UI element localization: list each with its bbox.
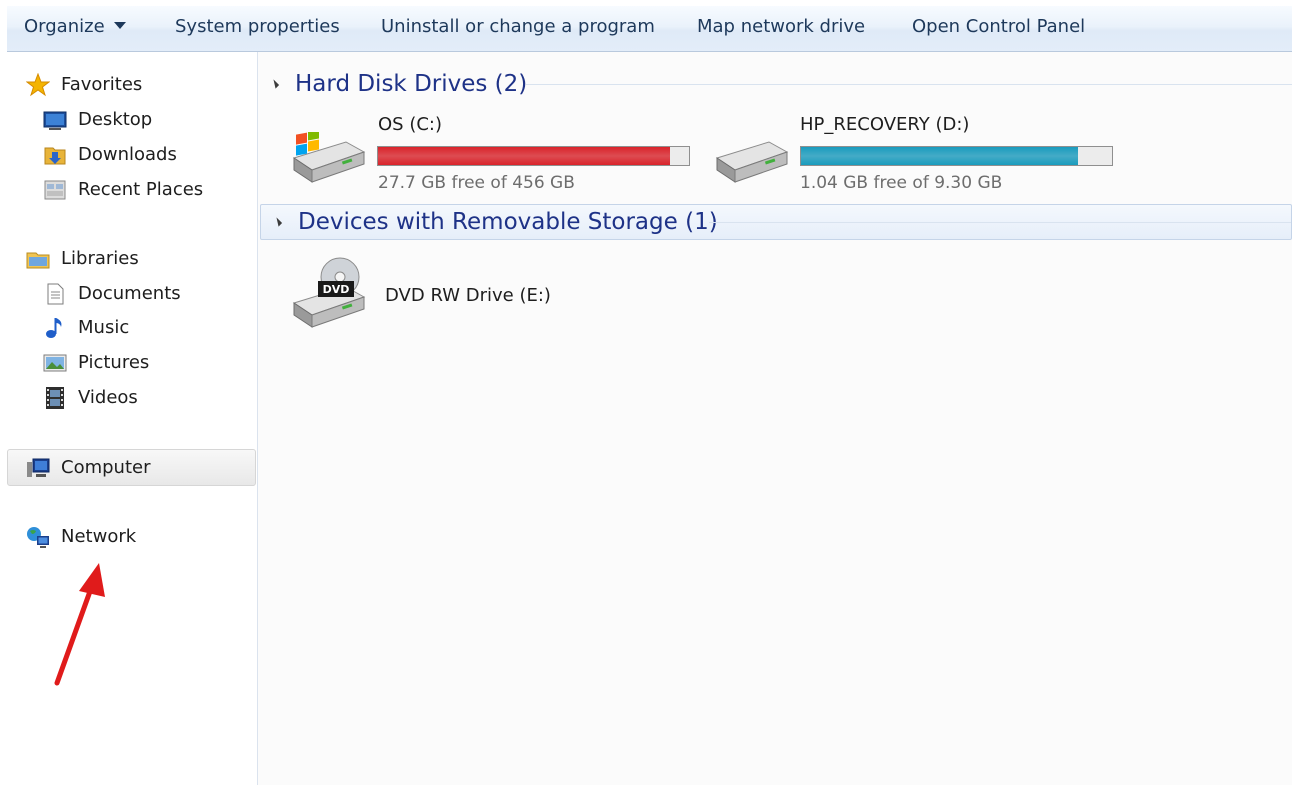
open-control-panel-button[interactable]: Open Control Panel (912, 6, 1085, 51)
drive-c-usage-bar (377, 146, 690, 166)
collapse-triangle-icon (272, 217, 283, 227)
group-title-hard-disk: Hard Disk Drives (2) (295, 71, 528, 97)
collapse-triangle-icon (269, 79, 280, 89)
nav-item-documents-label: Documents (78, 283, 181, 304)
drive-c-usage-fill (378, 147, 671, 165)
nav-item-downloads-label: Downloads (78, 144, 177, 165)
network-icon (27, 527, 49, 548)
star-icon (26, 73, 50, 97)
nav-favorites-label: Favorites (61, 74, 143, 95)
hard-drive-icon (715, 141, 789, 183)
nav-item-recent-places-label: Recent Places (78, 179, 204, 200)
annotation-arrow-icon (54, 563, 105, 686)
drive-d-usage-fill (801, 147, 1078, 165)
desktop-icon (43, 111, 67, 130)
drive-c-free-space: 27.7 GB free of 456 GB (378, 173, 575, 193)
content-pane: Hard Disk Drives (2) OS (C:) 27.7 GB fre… (258, 52, 1292, 785)
documents-icon (47, 283, 64, 305)
drive-item-d[interactable]: HP_RECOVERY (D:) 1.04 GB free of 9.30 GB (711, 114, 1131, 194)
uninstall-program-button[interactable]: Uninstall or change a program (381, 6, 655, 51)
dvd-badge: DVD (323, 283, 350, 296)
drive-d-name: HP_RECOVERY (D:) (800, 114, 970, 135)
group-divider (526, 84, 1292, 85)
libraries-icon (26, 252, 50, 269)
recent-places-icon (44, 180, 66, 200)
chevron-down-icon (113, 21, 126, 29)
pictures-icon (43, 354, 67, 372)
organize-label: Organize (24, 16, 105, 37)
group-header-removable[interactable]: Devices with Removable Storage (1) (260, 204, 1292, 240)
nav-item-videos-label: Videos (78, 387, 138, 408)
system-properties-button[interactable]: System properties (175, 6, 340, 51)
dvd-drive-icon: DVD (292, 257, 366, 328)
nav-computer-label: Computer (61, 457, 151, 478)
organize-button[interactable]: Organize (24, 6, 126, 51)
explorer-window: Organize System properties Uninstall or … (7, 6, 1292, 785)
music-icon (46, 318, 62, 338)
drive-c-name: OS (C:) (378, 114, 442, 135)
windows-drive-icon (292, 132, 366, 183)
group-title-removable: Devices with Removable Storage (1) (298, 209, 718, 235)
group-header-hard-disk[interactable]: Hard Disk Drives (2) (258, 67, 1292, 101)
map-network-drive-button[interactable]: Map network drive (697, 6, 865, 51)
nav-network-label: Network (61, 526, 137, 547)
drive-e-name: DVD RW Drive (E:) (385, 285, 551, 306)
nav-libraries-label: Libraries (61, 248, 139, 269)
drive-item-c[interactable]: OS (C:) 27.7 GB free of 456 GB (288, 114, 708, 194)
drive-d-free-space: 1.04 GB free of 9.30 GB (800, 173, 1003, 193)
navigation-pane: Favorites Desktop Downloads Recent Place… (7, 52, 258, 785)
group-divider (709, 222, 1291, 223)
drive-d-usage-bar (800, 146, 1113, 166)
computer-icon (27, 458, 50, 477)
videos-icon (46, 387, 64, 409)
command-bar: Organize System properties Uninstall or … (7, 6, 1292, 52)
nav-item-desktop-label: Desktop (78, 109, 153, 130)
nav-item-music-label: Music (78, 317, 130, 338)
downloads-icon (44, 147, 66, 165)
drive-item-e[interactable]: DVD DVD RW Drive (E:) (288, 257, 608, 337)
nav-item-pictures-label: Pictures (78, 352, 150, 373)
